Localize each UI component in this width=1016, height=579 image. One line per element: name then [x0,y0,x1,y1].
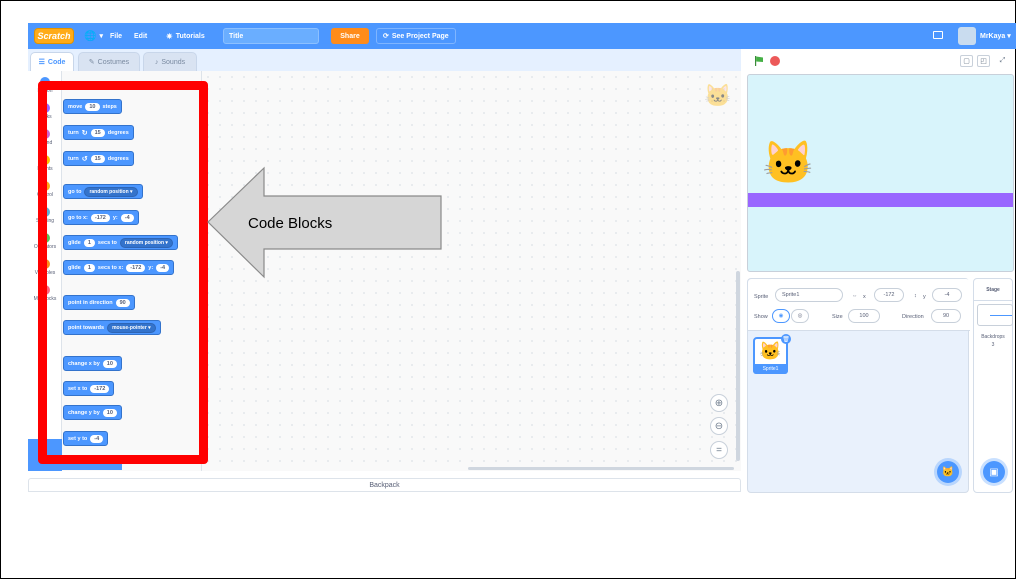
arrows-vertical-icon: ↕ [914,293,917,299]
stage-pane-header: Stage [974,279,1012,301]
workspace-horizontal-scrollbar[interactable] [468,467,734,470]
cat-icon: 🐱 [759,341,782,361]
backpack[interactable]: Backpack [28,478,741,492]
sprite-name-input[interactable]: Sprite1 [775,288,843,302]
green-flag-icon[interactable] [754,56,764,66]
zoom-out-icon[interactable]: ⊖ [710,417,728,435]
y-label: y [923,294,926,300]
annotation-label: Code Blocks [248,215,333,232]
scratch-logo[interactable]: Scratch [34,28,74,44]
stage-ground [748,193,1013,207]
delete-icon[interactable]: 🗑 [781,334,791,344]
username: MrKaya [980,32,1006,40]
stage-pane[interactable]: Stage Backdrops 3 ▣ [973,278,1013,493]
folder-icon[interactable] [933,31,943,39]
fullscreen-icon[interactable]: ⤢ [996,55,1009,67]
workspace-vertical-scrollbar[interactable] [736,271,740,461]
project-title-input[interactable]: Title [223,28,319,44]
user-menu[interactable]: MrKaya ▾ [980,23,1011,49]
highlight-box [38,81,208,464]
small-stage-icon[interactable]: ▢ [960,55,973,67]
stage-controls: ▢ ◰ ⤢ [746,49,1016,73]
backdrops-label: Backdrops [981,334,1005,340]
chevron-down-icon: ▾ [99,33,103,40]
stop-icon[interactable] [770,56,780,66]
file-menu[interactable]: File [110,23,122,49]
choose-sprite-icon[interactable]: 🐱 [937,461,959,483]
size-label: Size [832,314,843,320]
sprite-info: Sprite Sprite1 ⇔ x -172 ↕ y -4 Show ◉ ◎ … [748,279,970,331]
screenshot-frame: Scratch 🌐 ▾ File Edit ✷ Tutorials Title S… [0,0,1016,579]
tab-sounds-label: Sounds [161,58,186,66]
chevron-down-icon: ▾ [1007,33,1011,40]
x-label: x [863,294,866,300]
tutorials-button[interactable]: ✷ Tutorials [166,23,205,49]
zoom-in-icon[interactable]: ⊕ [710,394,728,412]
speaker-icon: ♪ [154,58,159,66]
refresh-icon: ⟳ [383,33,389,40]
edit-menu[interactable]: Edit [134,23,147,49]
large-stage-icon[interactable]: ◰ [977,55,990,67]
lightbulb-icon: ✷ [166,31,173,41]
see-project-page-label: See Project Page [391,32,449,40]
code-icon: ☰ [38,59,45,66]
tab-costumes[interactable]: ✎ Costumes [78,52,140,71]
zoom-reset-icon[interactable]: = [710,441,728,459]
tab-code-label: Code [47,58,66,66]
tab-code[interactable]: ☰ Code [30,52,74,71]
brush-icon: ✎ [88,59,95,66]
share-button[interactable]: Share [331,28,369,44]
menu-bar: Scratch 🌐 ▾ File Edit ✷ Tutorials Title S… [28,23,1016,49]
direction-input[interactable]: 90 [931,309,961,323]
arrows-horizontal-icon: ⇔ [852,293,858,299]
tutorials-label: Tutorials [175,32,205,40]
sprite-pane: Sprite Sprite1 ⇔ x -172 ↕ y -4 Show ◉ ◎ … [747,278,970,493]
sprite-label: Sprite [754,294,769,300]
backdrops-count: 3 [991,342,995,348]
sprite-thumb-name: Sprite1 [753,364,788,374]
y-input[interactable]: -4 [932,288,962,302]
sprite-thumbnail[interactable]: 🗑 🐱 Sprite1 [753,334,791,374]
backdrop-thumbnail[interactable] [977,304,1013,326]
size-input[interactable]: 100 [848,309,880,323]
show-label: Show [754,314,768,320]
stage-canvas[interactable]: 🐱 [747,74,1014,272]
globe-icon: 🌐 [84,30,97,42]
show-visible-icon[interactable]: ◉ [772,309,790,323]
see-project-page-button[interactable]: ⟳ See Project Page [376,28,456,44]
hide-visible-icon[interactable]: ◎ [791,309,809,323]
tab-costumes-label: Costumes [97,58,130,66]
sprite-watermark-icon: 🐱 [704,83,732,108]
x-input[interactable]: -172 [874,288,904,302]
avatar[interactable] [958,27,976,45]
editor-tabs: ☰ Code ✎ Costumes ♪ Sounds [28,49,741,71]
tab-sounds[interactable]: ♪ Sounds [143,52,197,71]
cat-sprite-icon[interactable]: 🐱 [762,139,814,188]
language-menu[interactable]: 🌐 ▾ [84,23,103,49]
direction-label: Direction [902,314,924,320]
choose-backdrop-icon[interactable]: ▣ [983,461,1005,483]
